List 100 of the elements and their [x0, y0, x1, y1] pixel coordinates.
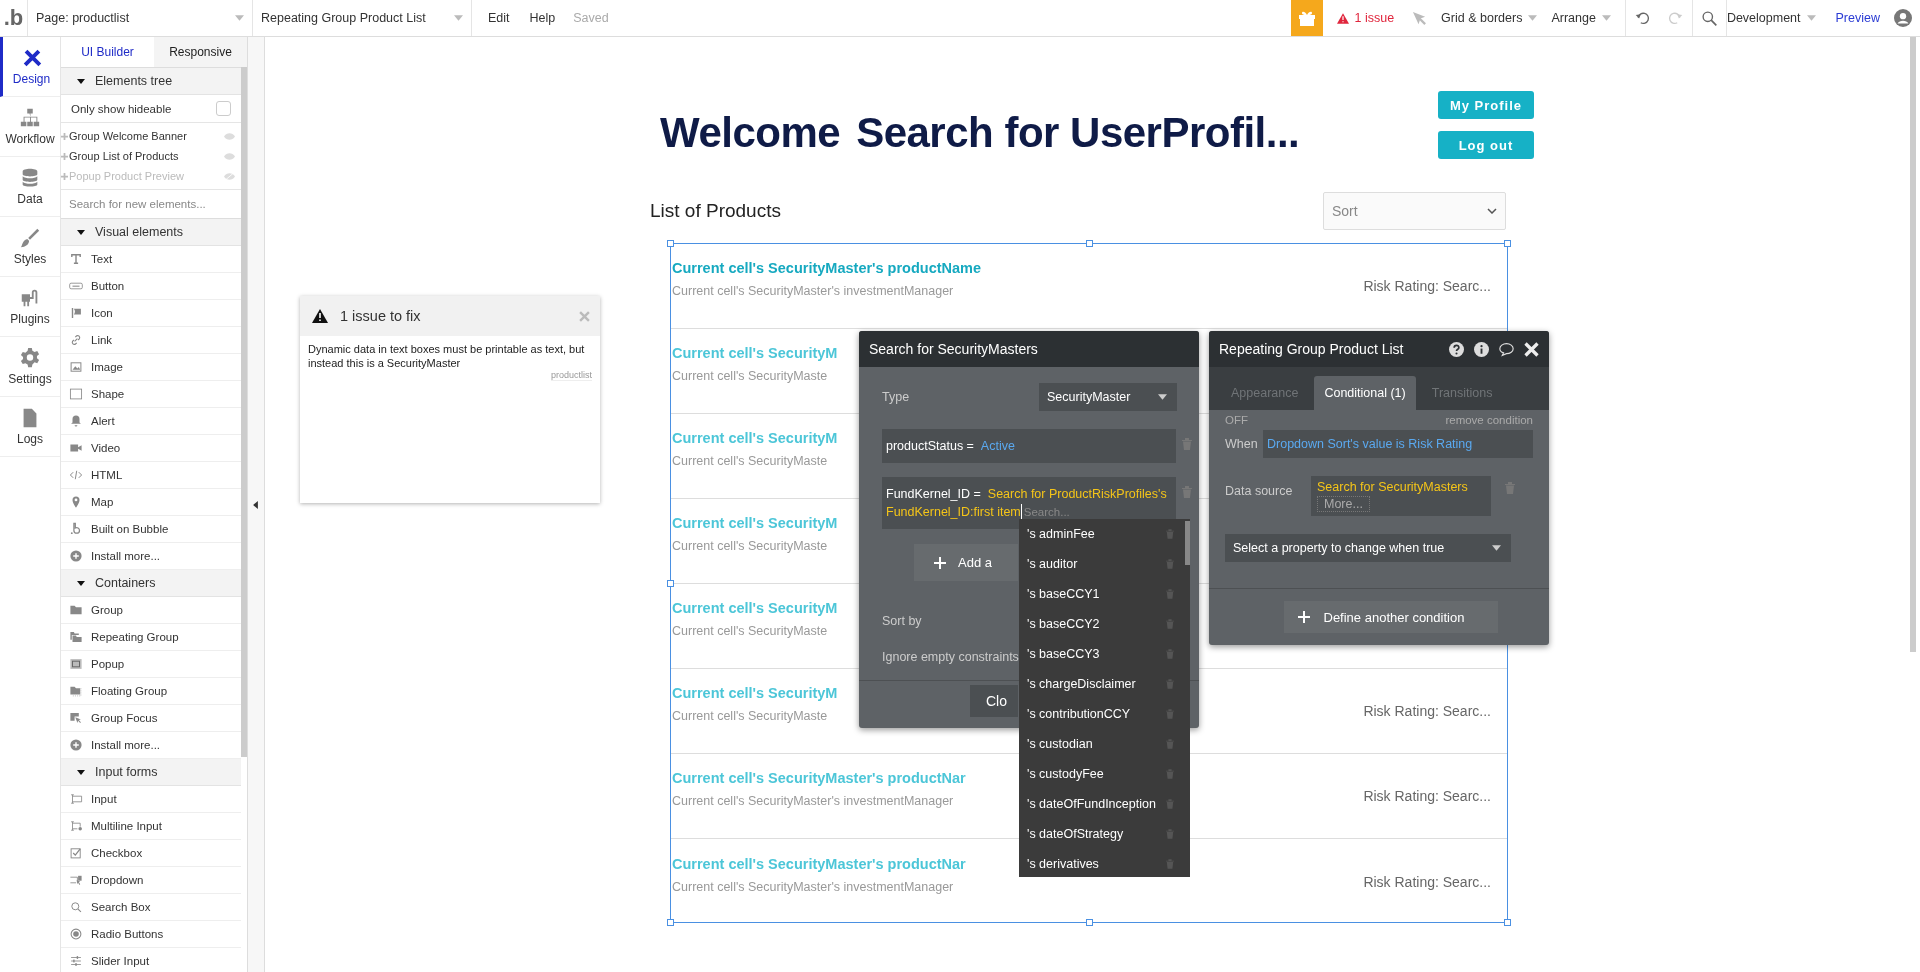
trash-icon[interactable] [1166, 589, 1174, 599]
define-condition-button[interactable]: Define another condition [1283, 601, 1498, 633]
nav-tab[interactable]: Logs [0, 397, 60, 457]
trash-icon[interactable] [1166, 739, 1174, 749]
scrollbar[interactable] [1185, 521, 1190, 565]
property-dropdown[interactable]: Select a property to change when true [1225, 534, 1511, 562]
trash-icon[interactable] [1166, 829, 1174, 839]
data-source-field[interactable]: Search for SecurityMasters More... [1311, 476, 1491, 516]
element-item[interactable]: Input [61, 786, 241, 813]
element-item[interactable]: Video [61, 435, 241, 462]
option-item[interactable]: 's dateOfFundInception [1019, 789, 1184, 819]
element-item[interactable]: Slider Input [61, 948, 241, 972]
option-item[interactable]: 's auditor [1019, 549, 1184, 579]
issues-button[interactable]: 1 issue [1336, 11, 1395, 25]
preview-link[interactable]: Preview [1835, 11, 1880, 25]
element-item[interactable]: Popup [61, 651, 241, 678]
arrange-menu[interactable]: Arrange [1551, 11, 1611, 25]
element-item[interactable]: Floating Group [61, 678, 241, 705]
trash-icon[interactable] [1166, 709, 1174, 719]
scrollbar[interactable] [1910, 37, 1916, 652]
element-item[interactable]: Radio Buttons [61, 921, 241, 948]
option-item[interactable]: 's baseCCY1 [1019, 579, 1184, 609]
option-item[interactable]: 's custodian [1019, 729, 1184, 759]
plus-icon[interactable] [61, 152, 68, 160]
mode-selector[interactable]: Development [1726, 11, 1816, 25]
trash-icon[interactable] [1166, 859, 1174, 869]
nav-tab[interactable]: Data [0, 157, 60, 217]
page-selector[interactable]: Page: productlist [27, 0, 252, 36]
section-header[interactable]: Elements tree [61, 68, 241, 95]
element-selector[interactable]: Repeating Group Product List [252, 0, 472, 36]
nav-tab[interactable]: Settings [0, 337, 60, 397]
checkbox[interactable] [216, 101, 231, 116]
help-icon[interactable] [1449, 341, 1464, 357]
menu-item[interactable]: Help [529, 11, 556, 25]
comment-icon[interactable] [1499, 341, 1514, 357]
option-item[interactable]: 's dateOfStrategy [1019, 819, 1184, 849]
option-item[interactable]: 's chargeDisclaimer [1019, 669, 1184, 699]
option-item[interactable]: 's baseCCY2 [1019, 609, 1184, 639]
resize-handle[interactable] [1086, 919, 1093, 926]
resize-handle[interactable] [1504, 919, 1511, 926]
option-item[interactable]: 's baseCCY3 [1019, 639, 1184, 669]
close-button[interactable]: Clo [970, 685, 1018, 717]
plus-icon[interactable] [61, 132, 68, 140]
trash-icon[interactable] [1166, 619, 1174, 629]
tree-item[interactable]: Group List of Products [61, 146, 241, 166]
option-item[interactable]: 's derivatives [1019, 849, 1184, 877]
eye-icon[interactable] [224, 172, 235, 180]
element-item[interactable]: Group [61, 597, 241, 624]
element-item[interactable]: Search Box [61, 894, 241, 921]
resize-handle[interactable] [667, 240, 674, 247]
element-item[interactable]: Repeating Group [61, 624, 241, 651]
trash-icon[interactable] [1166, 679, 1174, 689]
avatar-icon[interactable] [1894, 9, 1912, 27]
collapse-arrow-icon[interactable] [253, 501, 258, 509]
element-item[interactable]: Image [61, 354, 241, 381]
trash-icon[interactable] [1166, 649, 1174, 659]
resize-handle[interactable] [1504, 240, 1511, 247]
element-item[interactable]: Group Focus [61, 705, 241, 732]
nav-tab[interactable]: Styles [0, 217, 60, 277]
nav-tab[interactable]: Workflow [0, 97, 60, 157]
plus-icon[interactable] [61, 172, 68, 180]
search-icon[interactable] [1700, 9, 1718, 27]
section-header[interactable]: Visual elements [61, 219, 241, 246]
scrollbar[interactable] [241, 67, 247, 757]
info-icon[interactable] [1474, 341, 1489, 357]
trash-icon[interactable] [1166, 559, 1174, 569]
trash-icon[interactable] [1166, 529, 1174, 539]
nav-tab[interactable]: Plugins [0, 277, 60, 337]
investment-manager: Current cell's SecurityMaste [672, 454, 829, 468]
trash-icon[interactable] [1166, 769, 1174, 779]
pointer-icon[interactable] [1412, 10, 1428, 26]
constraint-field[interactable]: productStatus = Active [882, 429, 1177, 463]
resize-handle[interactable] [667, 580, 674, 587]
more-button[interactable]: More... [1317, 496, 1370, 512]
logo[interactable]: .b [0, 0, 27, 36]
tree-item[interactable]: Group Welcome Banner [61, 126, 241, 146]
grid-borders-menu[interactable]: Grid & borders [1441, 11, 1538, 25]
element-item[interactable]: Dropdown [61, 867, 241, 894]
trash-icon[interactable] [1182, 486, 1192, 498]
trash-icon[interactable] [1166, 799, 1174, 809]
option-item[interactable]: 's contributionCCY [1019, 699, 1184, 729]
element-item[interactable]: Checkbox [61, 840, 241, 867]
option-item[interactable]: 's custodyFee [1019, 759, 1184, 789]
section-header[interactable]: Containers [61, 570, 241, 597]
type-dropdown[interactable]: SecurityMaster [1039, 383, 1177, 411]
resize-handle[interactable] [667, 919, 674, 926]
resize-handle[interactable] [1086, 240, 1093, 247]
trash-icon[interactable] [1505, 482, 1515, 494]
eye-icon[interactable] [224, 152, 235, 160]
panel-tab[interactable]: Conditional (1) [1314, 376, 1416, 410]
trash-icon[interactable] [1182, 438, 1192, 450]
eye-icon[interactable] [224, 132, 235, 140]
panel-tab[interactable]: Responsive [154, 37, 247, 67]
type-icon [69, 252, 83, 266]
menu-item[interactable]: Edit [488, 11, 510, 25]
element-item[interactable]: Multiline Input [61, 813, 241, 840]
constraint-field[interactable]: FundKernel_ID = Search for ProductRiskProfiles's FundKernel_ID:first item Search... [882, 477, 1177, 529]
add-constraint-button[interactable]: Add a [914, 544, 1018, 581]
section-header[interactable]: Input forms [61, 759, 241, 786]
gift-button[interactable] [1290, 0, 1323, 36]
